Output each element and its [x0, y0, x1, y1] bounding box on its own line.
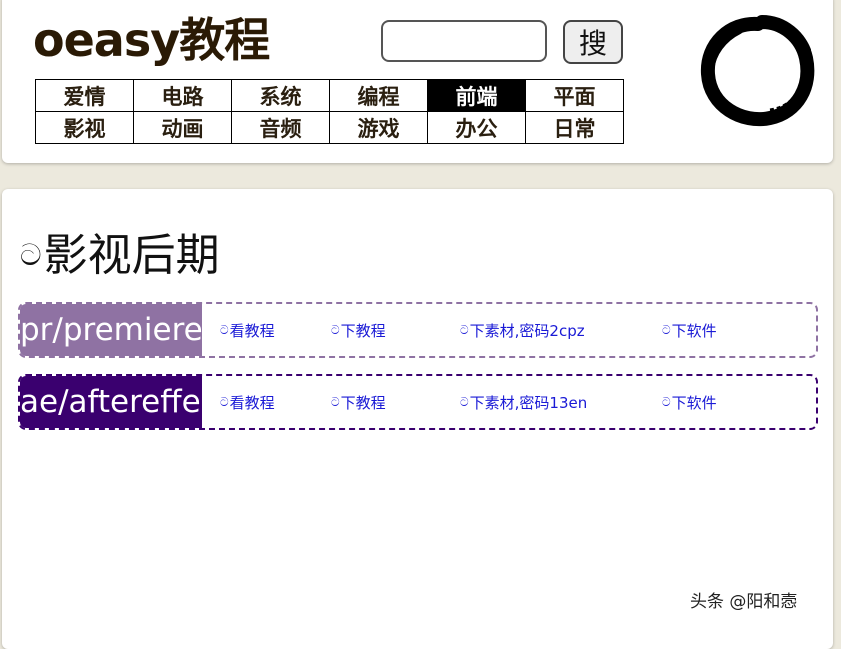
- nav-item[interactable]: 办公: [428, 112, 526, 144]
- nav-item[interactable]: 平面: [526, 80, 624, 112]
- course-link-label: 下软件: [671, 321, 717, 340]
- course-link-label: 看教程: [229, 321, 275, 340]
- search-button[interactable]: 搜: [563, 20, 623, 64]
- swirl-icon: ට: [460, 322, 469, 337]
- nav-item[interactable]: 编程: [330, 80, 428, 112]
- swirl-icon: ට: [220, 394, 229, 409]
- nav-item[interactable]: 游戏: [330, 112, 428, 144]
- course-link[interactable]: ට 下教程: [331, 376, 386, 428]
- site-title[interactable]: oeasy教程: [33, 10, 270, 70]
- course-link-label: 下教程: [340, 321, 386, 340]
- course-row: ae/aftereffe ට 看教程 ට 下教程 ට 下素材,密码13en ට 下软件: [18, 374, 818, 430]
- nav-item[interactable]: 爱情: [36, 80, 134, 112]
- enso-circle-icon: [700, 15, 815, 127]
- course-link[interactable]: ට 下软件: [662, 376, 717, 428]
- course-link[interactable]: ට 下素材,密码2cpz: [460, 304, 585, 356]
- course-link[interactable]: ට 下教程: [331, 304, 386, 356]
- swirl-icon: ට: [220, 322, 229, 337]
- swirl-icon: ට: [331, 394, 340, 409]
- swirl-icon: ට: [460, 394, 469, 409]
- nav-item[interactable]: 影视: [36, 112, 134, 144]
- nav-item[interactable]: 前端: [428, 80, 526, 112]
- nav-item[interactable]: 日常: [526, 112, 624, 144]
- swirl-icon: ට: [662, 394, 671, 409]
- course-name: ae/aftereffe: [20, 376, 202, 428]
- nav-item[interactable]: 电路: [134, 80, 232, 112]
- section-title-text: 影视后期: [43, 230, 220, 281]
- course-link-label: 下素材,密码2cpz: [469, 321, 585, 340]
- course-link-label: 下素材,密码13en: [469, 393, 588, 412]
- nav-item[interactable]: 动画: [134, 112, 232, 144]
- swirl-icon: ට: [662, 322, 671, 337]
- course-link[interactable]: ට 下软件: [662, 304, 717, 356]
- course-link-label: 下教程: [340, 393, 386, 412]
- course-link[interactable]: ට 看教程: [220, 376, 275, 428]
- course-link-label: 看教程: [229, 393, 275, 412]
- course-row: pr/premiere ට 看教程 ට 下教程 ට 下素材,密码2cpz ට 下软件: [18, 302, 818, 358]
- course-link-label: 下软件: [671, 393, 717, 412]
- course-link[interactable]: ට 下素材,密码13en: [460, 376, 587, 428]
- category-nav: 爱情 电路 系统 编程 前端 平面影视 动画 音频 游戏 办公 日常: [35, 79, 624, 144]
- swirl-icon: ට: [331, 322, 340, 337]
- search-input[interactable]: [381, 20, 547, 62]
- nav-item[interactable]: 系统: [232, 80, 330, 112]
- swirl-icon: ට: [20, 238, 42, 273]
- watermark: 头条 @阳和悫: [690, 592, 798, 612]
- section-title: ට 影视后期: [20, 226, 220, 286]
- nav-item[interactable]: 音频: [232, 112, 330, 144]
- course-link[interactable]: ට 看教程: [220, 304, 275, 356]
- course-name: pr/premiere: [20, 304, 202, 356]
